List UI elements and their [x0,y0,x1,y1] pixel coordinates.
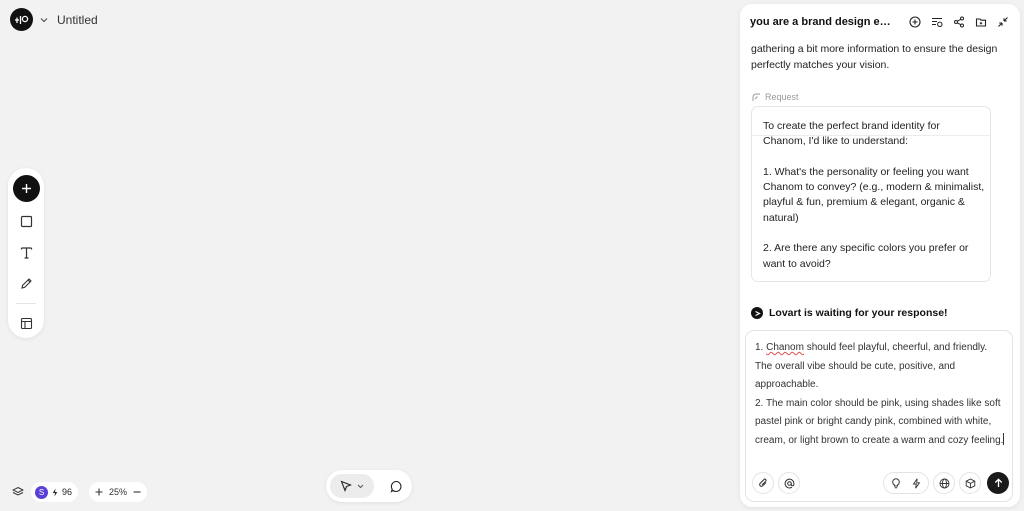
toolbar-divider [16,303,36,304]
chevron-down-icon [357,484,364,488]
history-icon[interactable] [929,15,944,30]
chat-header: you are a brand design ex... [740,4,1020,40]
zoom-level[interactable]: 25% [109,487,127,497]
folder-icon[interactable] [973,15,988,30]
attach-button[interactable] [752,472,774,494]
pen-icon [20,277,32,289]
globe-icon [939,478,949,488]
chat-input-box[interactable]: 1. Chanom should feel playful, cheerful,… [745,330,1013,502]
rectangle-tool-button[interactable] [14,209,38,233]
layers-button[interactable] [8,482,28,502]
credits-count: 96 [62,487,73,497]
text-tool-button[interactable] [14,240,38,264]
new-chat-icon[interactable] [907,15,922,30]
top-bar: Untitled [10,8,98,31]
comment-tool-button[interactable] [384,474,408,498]
add-button[interactable] [12,175,40,202]
chat-bubble-icon [390,480,402,493]
lovart-logo-icon[interactable] [10,8,33,31]
arrow-up-icon [994,478,1002,487]
request-icon [752,93,760,101]
paperclip-icon [758,478,767,487]
cursor-icon [340,480,352,492]
mention-button[interactable] [778,472,800,494]
mode-toggle-group [883,472,929,494]
select-tool-button[interactable] [330,474,374,498]
at-sign-icon [784,478,794,488]
layers-icon [12,486,24,496]
chat-title[interactable]: you are a brand design ex... [750,16,891,28]
spellcheck-word: Chanom [766,342,804,353]
collapse-icon[interactable] [995,15,1010,30]
left-toolbar [8,168,44,338]
lightning-icon[interactable] [907,474,925,492]
zoom-in-icon[interactable] [95,488,103,496]
input-right-actions [883,472,1009,494]
request-card: To create the perfect brand identity for… [751,106,991,282]
send-button[interactable] [987,472,1009,494]
request-label: Request [752,92,799,102]
text-caret [1003,432,1005,445]
text-icon [20,246,32,259]
web-search-button[interactable] [933,472,955,494]
rectangle-icon [20,215,32,227]
cube-icon [965,477,975,489]
zoom-control: 25% [89,482,148,502]
zoom-out-icon[interactable] [133,488,141,496]
waiting-status: Lovart is waiting for your response! [751,307,948,319]
lightbulb-icon[interactable] [887,474,905,492]
3d-button[interactable] [959,472,981,494]
credits-display[interactable]: S 96 [31,482,79,502]
document-title[interactable]: Untitled [57,13,98,27]
input-left-actions [752,472,800,494]
chat-input-field[interactable]: 1. Chanom should feel playful, cheerful,… [755,339,1007,451]
layout-tool-button[interactable] [14,311,38,335]
chat-header-actions [907,15,1010,30]
canvas-tools [326,470,412,502]
layout-icon [20,317,32,329]
chat-panel: you are a brand design ex... gathering a… [740,4,1020,507]
lovart-status-icon [751,307,763,319]
avatar: S [35,485,48,499]
assistant-message: gathering a bit more information to ensu… [751,43,998,71]
chevron-down-icon[interactable] [39,15,49,25]
request-text: To create the perfect brand identity for… [763,120,985,270]
request-label-text: Request [765,92,799,102]
lightning-icon [52,488,58,496]
pen-tool-button[interactable] [14,271,38,295]
share-icon[interactable] [951,15,966,30]
waiting-status-text: Lovart is waiting for your response! [769,307,948,319]
